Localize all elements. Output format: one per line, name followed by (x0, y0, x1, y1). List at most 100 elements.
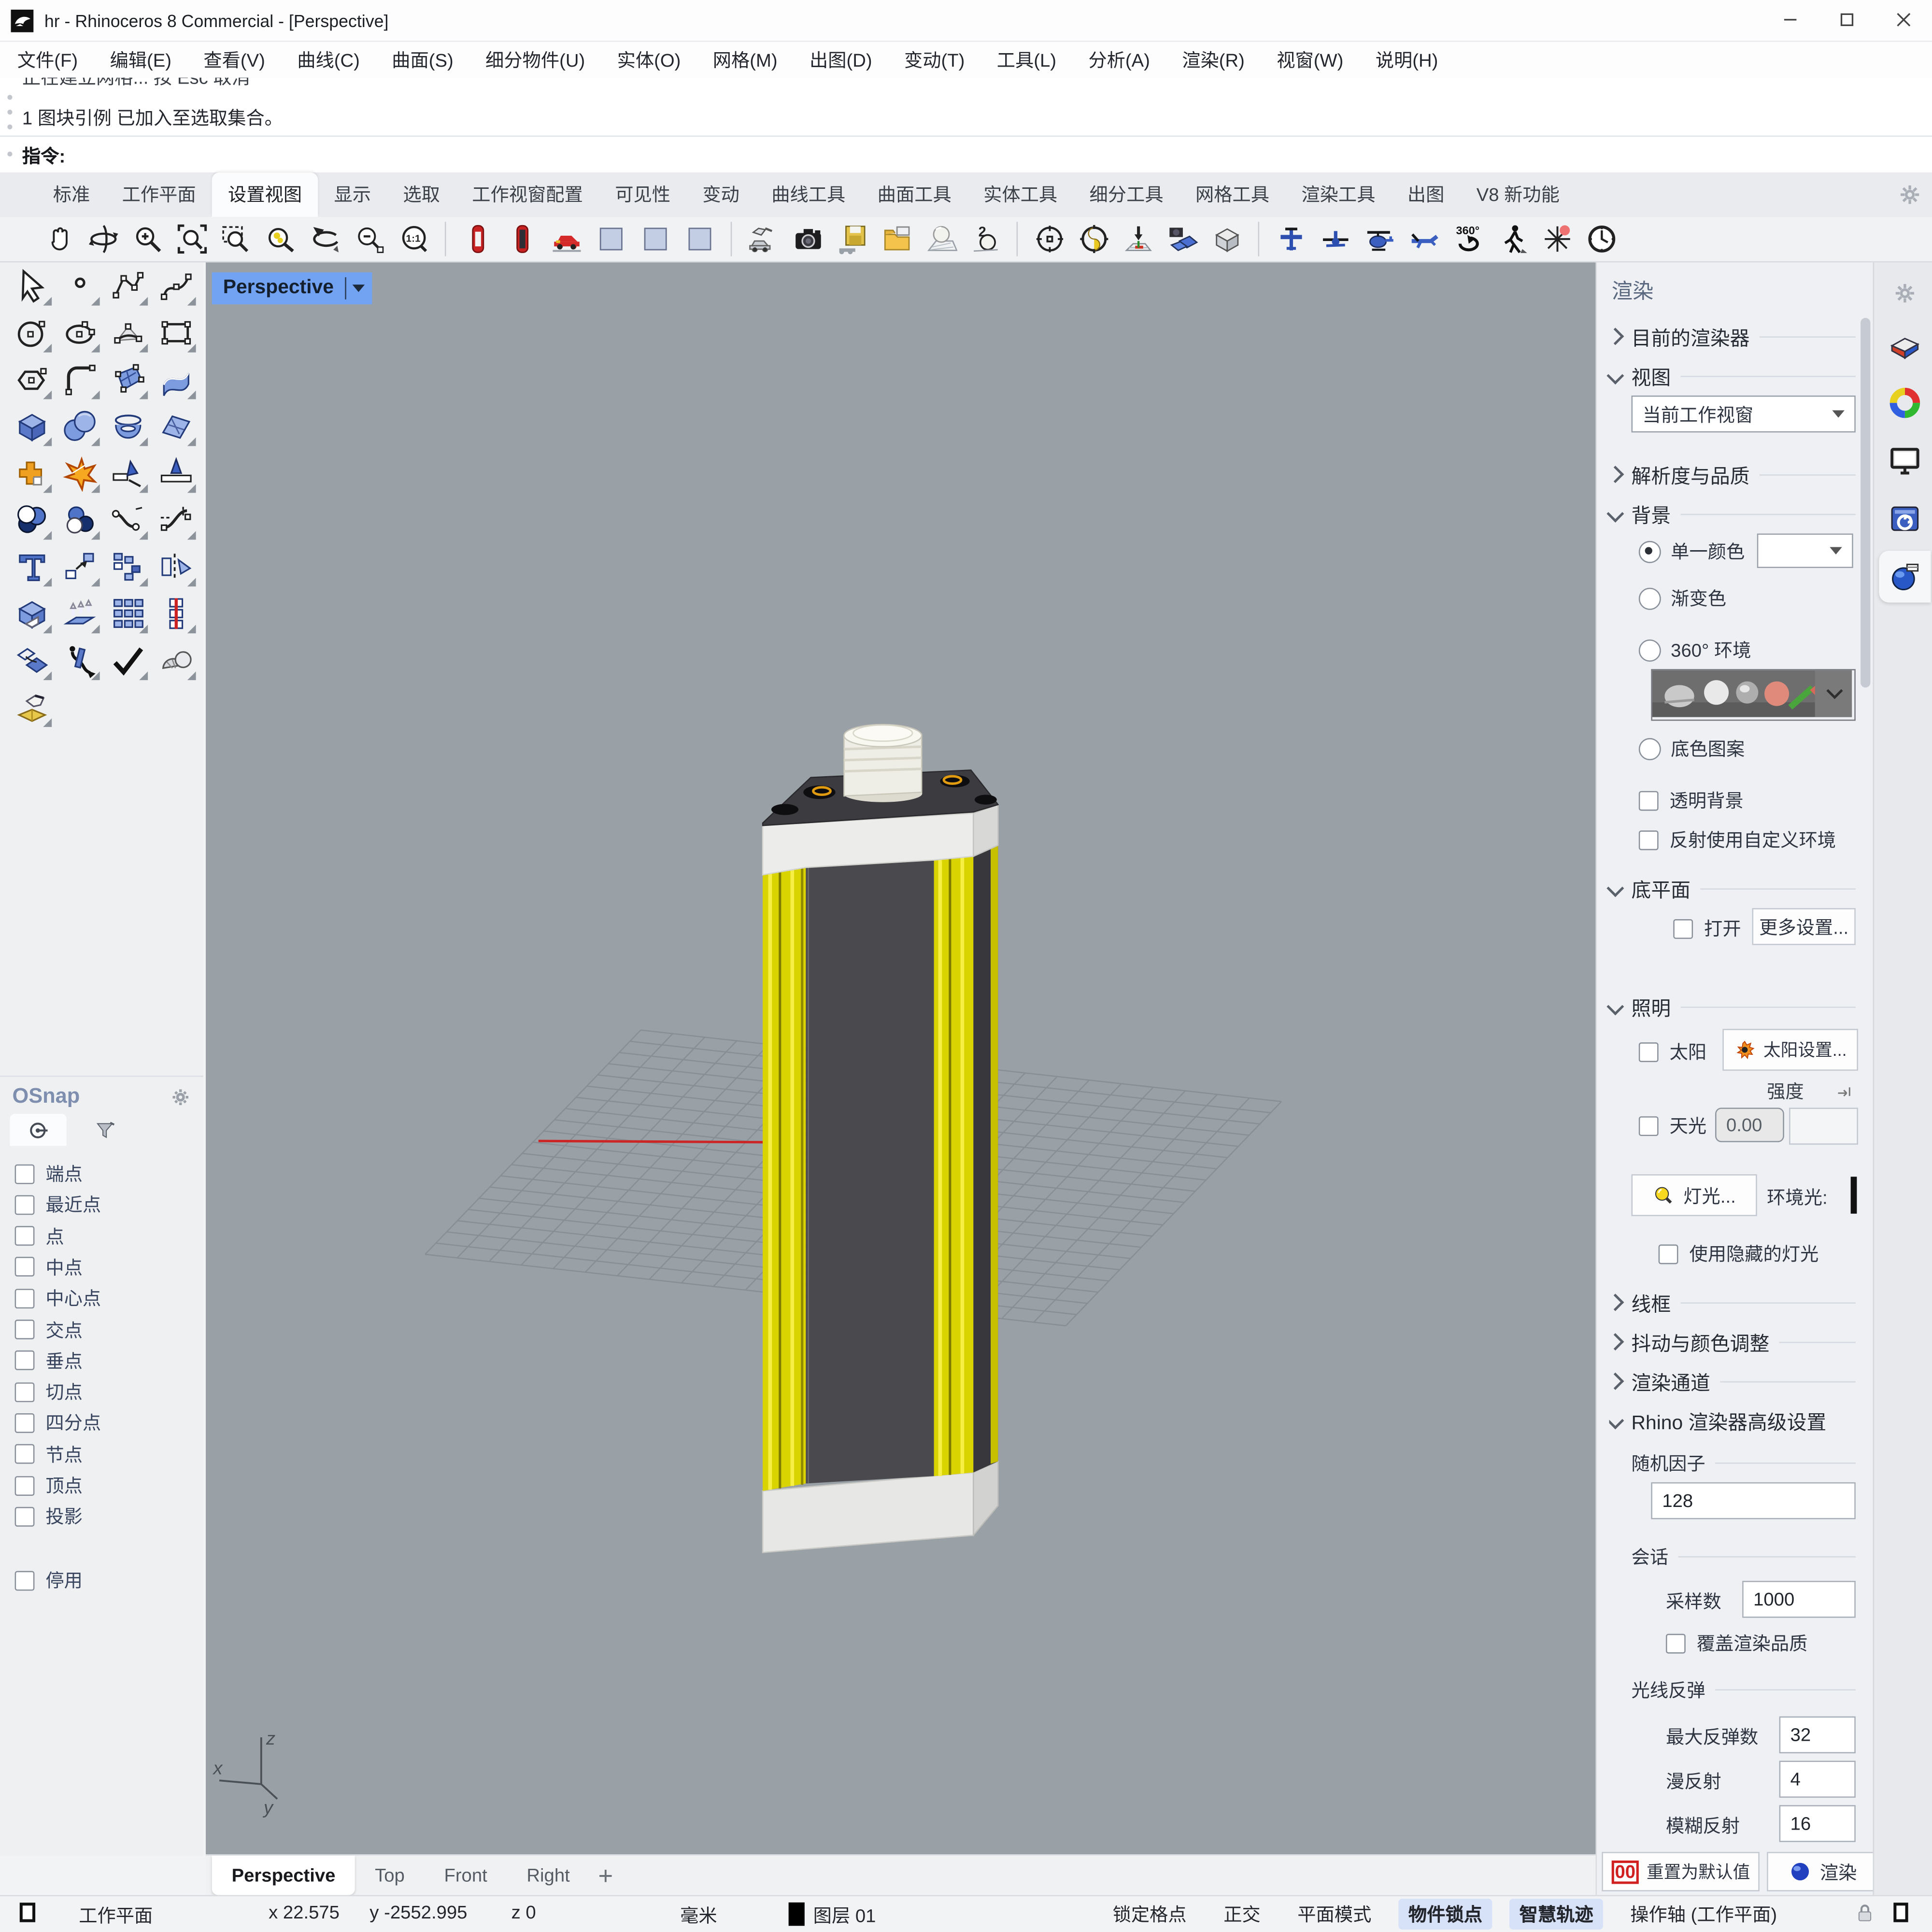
menu-6[interactable]: 细分物件(U) (485, 47, 585, 73)
panel-tab-libraries-sphere[interactable] (1879, 551, 1931, 603)
reset-defaults-button[interactable]: 00 重置为默认值 (1602, 1852, 1760, 1891)
layer-button[interactable]: 图层 01 (813, 1903, 876, 1929)
control-point-curve-tool[interactable] (152, 262, 199, 309)
osnap-checkbox[interactable] (14, 1194, 35, 1215)
menu-9[interactable]: 出图(D) (810, 47, 872, 73)
bg-single-color-option[interactable]: 单一颜色 (1638, 539, 1745, 565)
polygon-tool[interactable] (7, 356, 55, 403)
extrude-surface-tool[interactable] (56, 590, 103, 637)
osnap-row-垂点[interactable]: 垂点 (14, 1345, 83, 1376)
menu-7[interactable]: 实体(O) (617, 47, 681, 73)
ribbon-tab-4[interactable]: 显示 (318, 172, 387, 217)
ribbon-tab-12[interactable]: 细分工具 (1073, 172, 1179, 217)
smart-track-star-button[interactable] (1540, 222, 1574, 256)
status-toggle-4[interactable]: 物件锁点 (1398, 1899, 1492, 1930)
cplane-button[interactable]: 工作平面 (79, 1903, 153, 1929)
skylight-slider-area[interactable] (1789, 1108, 1858, 1145)
patch-surface-tool[interactable] (152, 403, 199, 450)
osnap-row-最近点[interactable]: 最近点 (14, 1189, 101, 1220)
menu-11[interactable]: 工具(L) (997, 47, 1056, 73)
rectangular-array-tool[interactable] (103, 590, 151, 637)
sun-checkbox[interactable] (1638, 1041, 1659, 1062)
grid-cell-icon[interactable] (17, 1901, 41, 1930)
osnap-checkbox[interactable] (14, 1164, 35, 1184)
zoom-selected-button[interactable] (219, 222, 253, 256)
select-arrow-tool[interactable] (7, 262, 55, 309)
history-record-icon[interactable] (1890, 1901, 1913, 1930)
lock-icon[interactable] (1853, 1901, 1876, 1930)
move-tool[interactable] (56, 543, 103, 590)
samples-input[interactable]: 1000 (1742, 1580, 1856, 1618)
ribbon-tab-6[interactable]: 工作视窗配置 (456, 172, 599, 217)
display-raytraced-car-button[interactable] (682, 222, 716, 256)
skylight-row[interactable]: 天光 (1638, 1113, 1706, 1139)
section-dither[interactable]: 抖动与颜色调整 (1606, 1327, 1856, 1356)
cage-edit-tool[interactable] (7, 590, 55, 637)
section-ground-plane[interactable]: 底平面 (1606, 874, 1856, 903)
save-view-floppy-button[interactable] (836, 222, 869, 256)
osnap-row-中心点[interactable]: 中心点 (14, 1283, 101, 1314)
display-wireframe-button[interactable] (461, 222, 494, 256)
single-color-swatch[interactable] (1757, 533, 1853, 568)
restore-view-car-button[interactable] (747, 222, 780, 256)
ribbon-tab-8[interactable]: 变动 (686, 172, 755, 217)
sun-row[interactable]: 太阳 (1638, 1039, 1706, 1065)
explode-tool[interactable] (56, 450, 103, 497)
gradient-radio[interactable] (1638, 587, 1661, 610)
display-rendered-car-button[interactable] (594, 222, 627, 256)
status-toggle-1[interactable]: 锁定格点 (1103, 1899, 1196, 1930)
bg-environment-option[interactable]: 360° 环境 (1638, 637, 1751, 663)
osnap-disable-checkbox[interactable] (14, 1570, 35, 1591)
box-tool[interactable] (7, 403, 55, 450)
polyline-tool[interactable] (103, 262, 151, 309)
zoom-one-to-one-button[interactable]: 1:1 (397, 222, 430, 256)
two-point-perspective-button[interactable]: 2 (968, 222, 1002, 256)
ribbon-tab-5[interactable]: 选取 (387, 172, 456, 217)
fillet-curves-tool[interactable] (56, 356, 103, 403)
transparent-bg-row[interactable]: 透明背景 (1638, 787, 1744, 813)
bg-base-pattern-option[interactable]: 底色图案 (1638, 736, 1745, 762)
osnap-checkbox[interactable] (14, 1506, 35, 1527)
glossy-input[interactable]: 16 (1779, 1805, 1856, 1842)
target-point-button[interactable] (1033, 222, 1066, 256)
ellipse-tool[interactable] (56, 309, 103, 356)
section-resolution[interactable]: 解析度与品质 (1606, 460, 1856, 489)
hidden-lights-row[interactable]: 使用隐藏的灯光 (1658, 1241, 1818, 1267)
display-shaded-car-button[interactable] (550, 222, 583, 256)
menu-5[interactable]: 曲面(S) (392, 47, 454, 73)
section-wireframe[interactable]: 线框 (1606, 1288, 1856, 1317)
named-view-camera-button[interactable] (791, 222, 824, 256)
bend-tool[interactable] (56, 637, 103, 684)
skylight-intensity-input[interactable]: 0.00 (1715, 1108, 1784, 1142)
menu-4[interactable]: 曲线(C) (297, 47, 360, 73)
clock-timer-button[interactable] (1585, 222, 1618, 256)
environment-radio[interactable] (1638, 639, 1661, 661)
override-quality-row[interactable]: 覆盖渲染品质 (1665, 1630, 1807, 1656)
ribbon-tab-16[interactable]: V8 新功能 (1461, 172, 1576, 217)
viewport-layout-cube-button[interactable] (1210, 222, 1243, 256)
compass-orientation-button[interactable] (1077, 222, 1110, 256)
panel-tab-color-wheel[interactable] (1879, 377, 1931, 429)
maximize-button[interactable] (1818, 0, 1875, 40)
torus-tool[interactable] (103, 403, 151, 450)
menu-2[interactable]: 编辑(E) (110, 47, 171, 73)
blend-curves-tool[interactable] (103, 497, 151, 543)
osnap-row-点[interactable]: 点 (14, 1221, 64, 1251)
mirror-tool[interactable] (152, 543, 199, 590)
osnap-row-中点[interactable]: 中点 (14, 1252, 83, 1283)
ribbon-tab-9[interactable]: 曲线工具 (755, 172, 861, 217)
single-point-tool[interactable] (56, 262, 103, 309)
ribbon-tab-1[interactable]: 标准 (37, 172, 106, 217)
override-quality-checkbox[interactable] (1665, 1633, 1686, 1653)
osnap-tab-filter[interactable] (76, 1114, 133, 1146)
diffuse-input[interactable]: 4 (1779, 1761, 1856, 1798)
panel-tab-help-panel[interactable] (1879, 493, 1931, 544)
seed-input[interactable]: 128 (1651, 1482, 1856, 1520)
sphere-tool[interactable] (56, 403, 103, 450)
view-tab-front[interactable]: Front (425, 1856, 507, 1895)
transparent-bg-checkbox[interactable] (1638, 790, 1659, 810)
menu-3[interactable]: 查看(V) (203, 47, 265, 73)
flow-along-surface-tool[interactable] (7, 637, 55, 684)
skylight-checkbox[interactable] (1638, 1115, 1659, 1136)
airplane-side-button[interactable] (1407, 222, 1440, 256)
